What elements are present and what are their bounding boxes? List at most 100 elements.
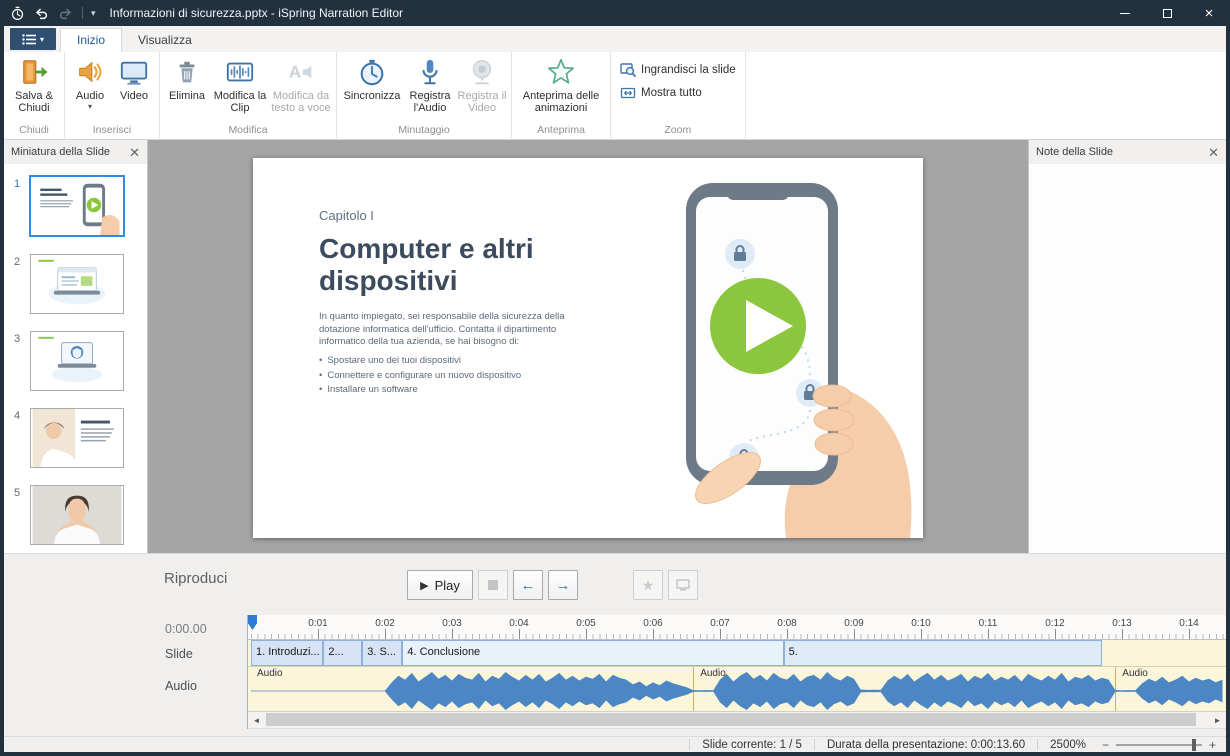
display-icon <box>676 579 690 591</box>
slide-thumbnail-3[interactable]: 3 <box>4 331 147 391</box>
ribbon-group-zoom: Ingrandisci la slide Mostra tutto Zoom <box>611 52 746 139</box>
slide-bullet: Installare un software <box>319 383 577 397</box>
ruler-second-label: 0:01 <box>308 618 327 629</box>
zoom-slider-thumb[interactable] <box>1192 739 1196 751</box>
insert-video-button[interactable]: Video <box>112 54 156 102</box>
group-label-modifica: Modifica <box>163 123 333 139</box>
tab-visualizza[interactable]: Visualizza <box>122 29 208 52</box>
slide-thumbnail-4[interactable]: 4 <box>4 408 147 468</box>
close-button[interactable]: × <box>1188 0 1230 26</box>
next-slide-button[interactable]: → <box>548 570 578 600</box>
zoom-slide-button[interactable]: Ingrandisci la slide <box>614 60 742 80</box>
quick-access-chevron-icon[interactable]: ▾ <box>91 8 96 19</box>
play-animations-toggle-button: ★ <box>633 570 663 600</box>
undo-icon[interactable] <box>32 4 50 22</box>
audio-dropdown-chevron-icon[interactable]: ▾ <box>88 103 92 112</box>
close-icon[interactable]: ✕ <box>129 146 140 159</box>
ribbon-group-anteprima: Anteprima delle animazioni Anteprima <box>512 52 611 139</box>
timeline-slide-block[interactable]: 4. Conclusione <box>402 640 783 666</box>
status-bar: Slide corrente: 1 / 5 Durata della prese… <box>4 736 1226 752</box>
play-button[interactable]: ▶ Play <box>407 570 473 600</box>
sync-button[interactable]: Sincronizza <box>340 54 404 102</box>
magnifier-slide-icon <box>620 62 636 78</box>
webcam-icon <box>467 57 497 87</box>
trash-icon <box>172 57 202 87</box>
ruler-second-tick <box>318 629 319 639</box>
slide-title: Computer e altri dispositivi <box>319 233 571 297</box>
svg-text:A: A <box>289 63 301 82</box>
slide-editor-stage: Capitolo I Computer e altri dispositivi … <box>148 140 1028 553</box>
insert-audio-button[interactable]: Audio ▾ <box>68 54 112 112</box>
record-video-button: Registra il Video <box>456 54 508 115</box>
group-label-inserisci: Inserisci <box>68 123 156 139</box>
audio-waveform <box>248 667 1226 712</box>
ribbon: Salva & Chiudi Chiudi Audio ▾ Video <box>4 52 1226 140</box>
timeline-slide-block[interactable]: 5. <box>784 640 1102 666</box>
microphone-icon <box>415 57 445 87</box>
show-all-button[interactable]: Mostra tutto <box>614 83 742 103</box>
slide-thumbnail-1[interactable]: 1 <box>4 176 147 237</box>
playhead-marker[interactable] <box>248 615 257 630</box>
slide-thumbnail-2[interactable]: 2 <box>4 254 147 314</box>
delete-clip-button[interactable]: Elimina <box>163 54 211 102</box>
minimize-button[interactable] <box>1104 0 1146 26</box>
ruler-minor-ticks <box>251 634 1226 639</box>
app-window: ▾ Informazioni di sicurezza.pptx - iSpri… <box>0 0 1230 756</box>
slide-track[interactable]: 1. Introduzi...2...3. S...4. Conclusione… <box>248 640 1226 667</box>
maximize-button[interactable] <box>1146 0 1188 26</box>
timeline-ruler[interactable]: 0:010:020:030:040:050:060:070:080:090:10… <box>248 615 1226 640</box>
notes-panel-title: Note della Slide <box>1036 146 1113 158</box>
audio-track[interactable]: AudioAudioAudio <box>248 667 1226 712</box>
edit-clip-button[interactable]: Modifica la Clip <box>211 54 269 115</box>
previous-slide-button[interactable]: ← <box>513 570 543 600</box>
timeline-slide-block[interactable]: 1. Introduzi... <box>251 640 323 666</box>
speaker-icon <box>75 57 105 87</box>
fit-all-icon <box>620 85 636 101</box>
hand-phone-illustration <box>588 158 923 538</box>
group-label-anteprima: Anteprima <box>515 123 607 139</box>
ruler-second-label: 0:12 <box>1045 618 1064 629</box>
ruler-second-tick <box>1189 629 1190 639</box>
timeline-scrollbar[interactable]: ◄ ► <box>248 712 1226 729</box>
ruler-second-label: 0:11 <box>979 618 998 629</box>
timeline-slide-block[interactable]: 2... <box>323 640 362 666</box>
preview-animations-button[interactable]: Anteprima delle animazioni <box>515 54 607 115</box>
close-icon[interactable]: ✕ <box>1208 146 1219 159</box>
timeline-slide-block[interactable]: 3. S... <box>362 640 402 666</box>
zoom-slider-track[interactable] <box>1116 744 1202 746</box>
slide-kicker: Capitolo I <box>319 208 588 223</box>
scrollbar-thumb[interactable] <box>266 713 1196 726</box>
ruler-second-label: 0:05 <box>576 618 595 629</box>
save-and-close-button[interactable]: Salva & Chiudi <box>7 54 61 115</box>
slide-canvas[interactable]: Capitolo I Computer e altri dispositivi … <box>253 158 923 538</box>
ruler-second-tick <box>854 629 855 639</box>
timeline-tracks: 0:010:020:030:040:050:060:070:080:090:10… <box>247 615 1226 729</box>
stop-button <box>478 570 508 600</box>
ruler-second-label: 0:04 <box>509 618 528 629</box>
zoom-out-icon[interactable]: − <box>1102 738 1109 752</box>
zoom-slider[interactable]: − + <box>1098 738 1226 752</box>
tab-inizio[interactable]: Inizio <box>60 28 122 52</box>
slide-thumbnails-panel: Miniatura della Slide ✕ 1 2 3 <box>4 140 148 553</box>
zoom-in-icon[interactable]: + <box>1209 738 1216 752</box>
ruler-second-label: 0:09 <box>844 618 863 629</box>
ribbon-group-minutaggio: Sincronizza Registra l'Audio Registra il… <box>337 52 512 139</box>
app-logo-clock-icon <box>8 4 26 22</box>
titlebar-separator <box>82 7 83 19</box>
app-menu-button[interactable]: ▾ <box>10 28 56 50</box>
ruler-second-label: 0:10 <box>911 618 930 629</box>
scroll-left-arrow-icon[interactable]: ◄ <box>248 712 265 728</box>
redo-icon[interactable] <box>56 4 74 22</box>
waveform-clip-icon <box>225 57 255 87</box>
audio-track-label: Audio <box>165 679 197 693</box>
ribbon-tab-row: ▾ Inizio Visualizza <box>4 26 1226 52</box>
group-label-minutaggio: Minutaggio <box>340 123 508 139</box>
ruler-second-label: 0:07 <box>710 618 729 629</box>
scroll-right-arrow-icon[interactable]: ► <box>1209 712 1226 728</box>
notes-empty-area[interactable] <box>1029 164 1226 553</box>
ruler-second-label: 0:06 <box>643 618 662 629</box>
slide-thumbnail-5[interactable]: 5 <box>4 485 147 545</box>
record-audio-button[interactable]: Registra l'Audio <box>404 54 456 115</box>
slide-body-text: In quanto impiegato, sei responsabile de… <box>319 311 577 349</box>
ruler-second-tick <box>720 629 721 639</box>
